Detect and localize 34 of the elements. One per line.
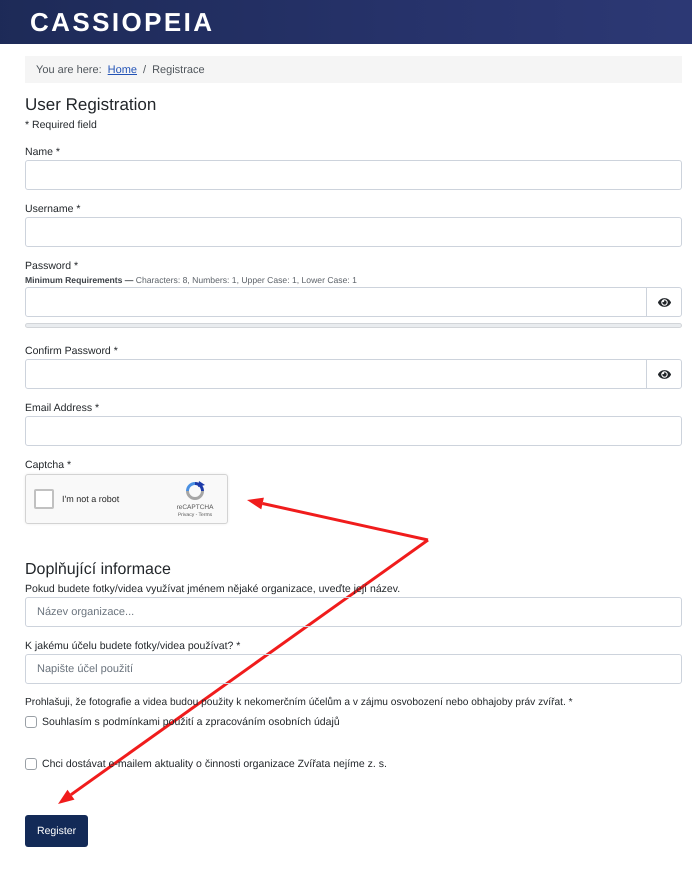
- site-logo[interactable]: CASSIOPEIA: [30, 7, 214, 37]
- checkbox[interactable]: [25, 716, 37, 728]
- field-label: Username *: [25, 202, 82, 216]
- required-note: * Required field: [25, 118, 98, 132]
- text-field[interactable]: Napište účel použití: [25, 654, 682, 684]
- circular-arrows-icon: [184, 480, 206, 502]
- show-password-button[interactable]: [646, 287, 682, 317]
- password-hint: Minimum Requirements — Characters: 8, Numbers: 1, Upper Case: 1, Lower Case: 1: [25, 274, 358, 286]
- breadcrumb-prefix: You are here:: [36, 64, 102, 76]
- breadcrumb-current: Registrace: [152, 64, 205, 76]
- text-field[interactable]: [25, 217, 682, 247]
- text-field[interactable]: [25, 416, 682, 446]
- page-title: User Registration: [25, 95, 158, 115]
- checkbox[interactable]: [25, 758, 37, 770]
- declaration-text: Prohlašuji, že fotografie a videa budou použity k nekomerčním účelům a v zájmu osvobození nebo obhajoby práv zvířat. *: [25, 696, 574, 710]
- password-field[interactable]: [25, 359, 647, 389]
- section-title: Doplňující informace: [25, 560, 172, 580]
- text-field[interactable]: Název organizace...: [25, 597, 682, 627]
- captcha-checkbox[interactable]: [34, 489, 54, 509]
- field-label: Password *: [25, 259, 80, 273]
- field-label: Name *: [25, 145, 62, 159]
- eye-icon: [658, 296, 670, 308]
- field-label: Confirm Password *: [25, 344, 119, 358]
- breadcrumb-link[interactable]: Home: [108, 64, 137, 76]
- eye-icon: [658, 368, 670, 380]
- field-label: Email Address *: [25, 401, 100, 415]
- register-button[interactable]: Register: [25, 815, 88, 847]
- password-field[interactable]: [25, 287, 647, 317]
- field-label: Captcha *: [25, 458, 72, 472]
- field-label: K jakému účelu budete fotky/videa používat? *: [25, 639, 242, 653]
- text-field[interactable]: [25, 160, 682, 190]
- show-password-button[interactable]: [646, 359, 682, 389]
- captcha-text: I'm not a robot: [62, 494, 120, 504]
- breadcrumb-separator: /: [143, 64, 146, 76]
